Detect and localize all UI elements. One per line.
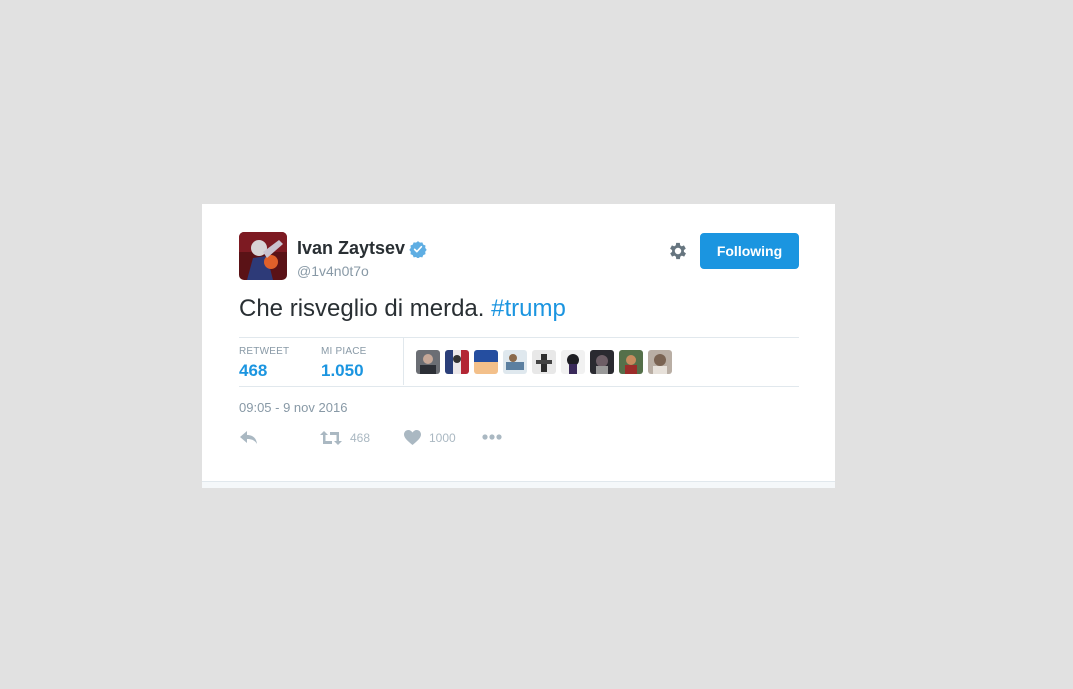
retweet-stat-label: RETWEET [239,346,290,357]
heart-icon [404,430,421,445]
author-handle[interactable]: @1v4n0t7o [297,263,369,279]
author-avatar[interactable] [239,232,287,280]
retweet-stat[interactable]: RETWEET 468 [239,346,289,381]
liker-avatar[interactable] [532,350,556,374]
card-footer-strip [202,481,835,488]
liker-avatar[interactable] [474,350,498,374]
like-count: 1000 [429,430,456,445]
more-icon [482,434,502,440]
hashtag-link[interactable]: #trump [491,295,566,322]
liker-avatar[interactable] [590,350,614,374]
verified-badge-icon [409,240,427,258]
author-name[interactable]: Ivan Zaytsev [297,238,427,259]
retweet-count: 468 [350,431,371,445]
liker-avatar[interactable] [561,350,585,374]
tweet-card: Ivan Zaytsev @1v4n0t7o Following Che ris… [202,204,835,488]
like-button[interactable]: 1000 [404,430,456,445]
liker-avatar[interactable] [648,350,672,374]
stats-divider [403,338,404,385]
likes-stat-label: MI PIACE [321,346,367,357]
following-button[interactable]: Following [700,233,799,269]
liker-avatar[interactable] [416,350,440,374]
gear-icon[interactable] [667,240,689,262]
tweet-timestamp[interactable]: 09:05 - 9 nov 2016 [239,400,347,415]
retweet-stat-value[interactable]: 468 [239,361,289,381]
liker-avatars [416,350,677,374]
tweet-text-main: Che risveglio di merda. [239,295,485,322]
likes-stat-value[interactable]: 1.050 [321,361,367,381]
liker-avatar[interactable] [503,350,527,374]
retweet-button[interactable]: 468 [320,430,370,446]
tweet-text: Che risveglio di merda. #trump [239,295,566,323]
author-name-text[interactable]: Ivan Zaytsev [297,238,405,259]
tweet-stats: RETWEET 468 MI PIACE 1.050 [239,337,799,387]
liker-avatar[interactable] [619,350,643,374]
liker-avatar[interactable] [445,350,469,374]
more-button[interactable] [482,434,502,440]
reply-button[interactable] [239,430,259,446]
reply-icon [240,431,257,444]
likes-stat[interactable]: MI PIACE 1.050 [321,346,367,381]
retweet-icon [320,431,342,445]
